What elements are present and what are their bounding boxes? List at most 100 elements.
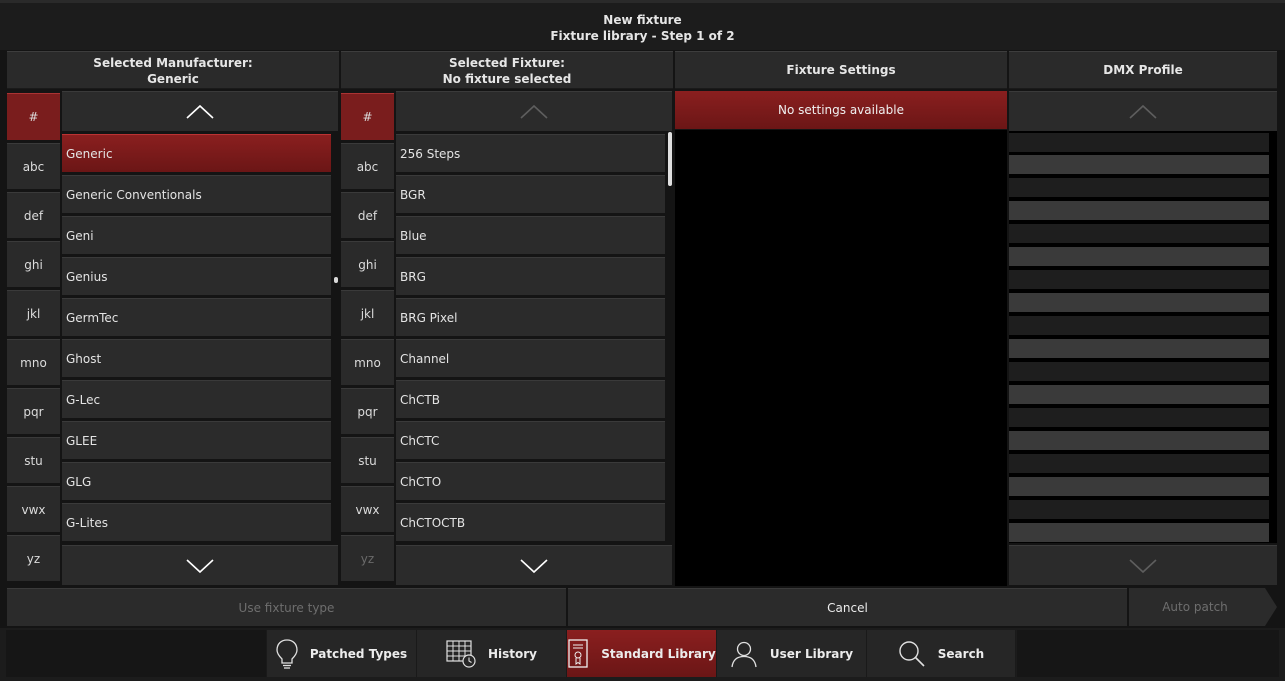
fixture-item[interactable]: 256 Steps bbox=[396, 134, 665, 172]
dmx-channel-row bbox=[1009, 362, 1269, 381]
dmx-channel-row bbox=[1009, 224, 1269, 243]
no-settings-message: No settings available bbox=[675, 91, 1007, 129]
fixture-item[interactable]: BGR bbox=[396, 175, 665, 213]
manufacturer-letter-hash[interactable]: # bbox=[7, 93, 60, 140]
manufacturer-scroll-up-button[interactable] bbox=[62, 91, 338, 131]
fixture-scroll-up-button bbox=[396, 91, 672, 131]
dmx-channel-row bbox=[1009, 454, 1269, 473]
dmx-scroll-down-button bbox=[1009, 545, 1277, 585]
dmx-channel-row bbox=[1009, 201, 1269, 220]
manufacturer-letter-def[interactable]: def bbox=[7, 192, 60, 238]
fixture-item[interactable]: ChCTOCTB bbox=[396, 503, 665, 541]
dmx-channel-row bbox=[1009, 500, 1269, 519]
manufacturer-scroll-down-button[interactable] bbox=[62, 545, 338, 585]
fixture-letter-def[interactable]: def bbox=[341, 192, 394, 238]
manufacturer-header: Selected Manufacturer: Generic bbox=[7, 51, 339, 89]
tab-bar-left-spacer bbox=[6, 630, 266, 677]
auto-patch-label: Auto patch bbox=[1162, 600, 1228, 614]
manufacturer-scrollbar-thumb[interactable] bbox=[334, 277, 338, 283]
manufacturer-letter-stu[interactable]: stu bbox=[7, 437, 60, 483]
fixture-scroll-down-button[interactable] bbox=[396, 545, 672, 585]
fixture-letter-ghi[interactable]: ghi bbox=[341, 241, 394, 287]
fixture-item[interactable]: ChCTB bbox=[396, 380, 665, 418]
dmx-channel-row bbox=[1009, 155, 1269, 174]
manufacturer-item[interactable]: Geni bbox=[62, 216, 331, 254]
tab-patched-types-label: Patched Types bbox=[309, 646, 408, 661]
manufacturer-letter-abc[interactable]: abc bbox=[7, 143, 60, 189]
manufacturer-item[interactable]: Generic Conventionals bbox=[62, 175, 331, 213]
manufacturer-letter-mno[interactable]: mno bbox=[7, 339, 60, 385]
dmx-profile-list bbox=[1009, 131, 1277, 543]
tab-search-label: Search bbox=[937, 646, 985, 661]
fixture-item[interactable]: ChCTO bbox=[396, 462, 665, 500]
chevron-up-icon bbox=[520, 104, 548, 119]
manufacturer-item[interactable]: G-Lec bbox=[62, 380, 331, 418]
dmx-channel-row bbox=[1009, 385, 1269, 404]
manufacturer-letter-vwx[interactable]: vwx bbox=[7, 486, 60, 532]
dmx-channel-row bbox=[1009, 316, 1269, 335]
manufacturer-item[interactable]: Genius bbox=[62, 257, 331, 295]
fixture-settings-heading: Fixture Settings bbox=[675, 51, 1007, 89]
tab-bar-right-spacer bbox=[1017, 630, 1279, 677]
dialog-subtitle: Fixture library - Step 1 of 2 bbox=[550, 29, 735, 43]
tab-history-label: History bbox=[487, 646, 538, 661]
dmx-channel-row bbox=[1009, 477, 1269, 496]
manufacturer-letter-ghi[interactable]: ghi bbox=[7, 241, 60, 287]
manufacturer-item[interactable]: GermTec bbox=[62, 298, 331, 336]
tab-patched-types[interactable]: Patched Types bbox=[266, 630, 416, 677]
fixture-item[interactable]: Blue bbox=[396, 216, 665, 254]
manufacturer-letter-jkl[interactable]: jkl bbox=[7, 290, 60, 336]
fixture-letter-mno[interactable]: mno bbox=[341, 339, 394, 385]
dmx-channel-row bbox=[1009, 339, 1269, 358]
dmx-channel-row bbox=[1009, 270, 1269, 289]
fixture-header: Selected Fixture: No fixture selected bbox=[341, 51, 673, 89]
library-book-icon bbox=[568, 638, 588, 668]
auto-patch-button: Auto patch bbox=[1129, 588, 1277, 626]
manufacturer-item[interactable]: GLG bbox=[62, 462, 331, 500]
dmx-scroll-up-button bbox=[1009, 91, 1277, 131]
chevron-up-icon bbox=[1129, 104, 1157, 119]
history-grid-icon bbox=[446, 639, 476, 668]
dialog-title: New fixture bbox=[603, 13, 682, 27]
fixture-letter-hash[interactable]: # bbox=[341, 93, 394, 140]
manufacturer-item[interactable]: G-Lites bbox=[62, 503, 331, 541]
tab-user-library[interactable]: User Library bbox=[716, 630, 866, 677]
chevron-up-icon bbox=[186, 104, 214, 119]
chevron-down-icon bbox=[520, 558, 548, 573]
fixture-settings-panel bbox=[675, 130, 1007, 586]
dmx-channel-row bbox=[1009, 293, 1269, 312]
fixture-item[interactable]: ChCTC bbox=[396, 421, 665, 459]
user-icon bbox=[731, 641, 757, 667]
tab-search[interactable]: Search bbox=[866, 630, 1016, 677]
cancel-button[interactable]: Cancel bbox=[568, 588, 1127, 626]
fixture-item[interactable]: BRG bbox=[396, 257, 665, 295]
tab-history[interactable]: History bbox=[416, 630, 566, 677]
chevron-down-icon bbox=[186, 558, 214, 573]
fixture-letter-stu[interactable]: stu bbox=[341, 437, 394, 483]
fixture-letter-vwx[interactable]: vwx bbox=[341, 486, 394, 532]
fixture-heading: Selected Fixture: bbox=[449, 56, 565, 70]
manufacturer-item[interactable]: Ghost bbox=[62, 339, 331, 377]
bottom-tab-bar: Patched Types History Standard Library U… bbox=[0, 628, 1285, 681]
lightbulb-icon bbox=[276, 638, 298, 669]
manufacturer-selected-value: Generic bbox=[147, 72, 199, 86]
dmx-channel-row bbox=[1009, 431, 1269, 450]
dmx-channel-row bbox=[1009, 523, 1269, 542]
fixture-scrollbar-thumb[interactable] bbox=[668, 132, 672, 186]
dmx-profile-heading: DMX Profile bbox=[1009, 51, 1277, 89]
chevron-down-icon bbox=[1129, 558, 1157, 573]
fixture-letter-pqr[interactable]: pqr bbox=[341, 388, 394, 434]
fixture-selected-value: No fixture selected bbox=[442, 72, 572, 86]
fixture-letter-abc[interactable]: abc bbox=[341, 143, 394, 189]
fixture-letter-jkl[interactable]: jkl bbox=[341, 290, 394, 336]
search-icon bbox=[899, 640, 925, 667]
tab-user-library-label: User Library bbox=[769, 646, 854, 661]
fixture-item[interactable]: Channel bbox=[396, 339, 665, 377]
tab-standard-library[interactable]: Standard Library bbox=[566, 630, 716, 677]
fixture-item[interactable]: BRG Pixel bbox=[396, 298, 665, 336]
tab-standard-library-label: Standard Library bbox=[601, 646, 716, 661]
manufacturer-letter-pqr[interactable]: pqr bbox=[7, 388, 60, 434]
manufacturer-letter-yz[interactable]: yz bbox=[7, 535, 60, 581]
manufacturer-item[interactable]: Generic bbox=[62, 134, 331, 172]
manufacturer-item[interactable]: GLEE bbox=[62, 421, 331, 459]
